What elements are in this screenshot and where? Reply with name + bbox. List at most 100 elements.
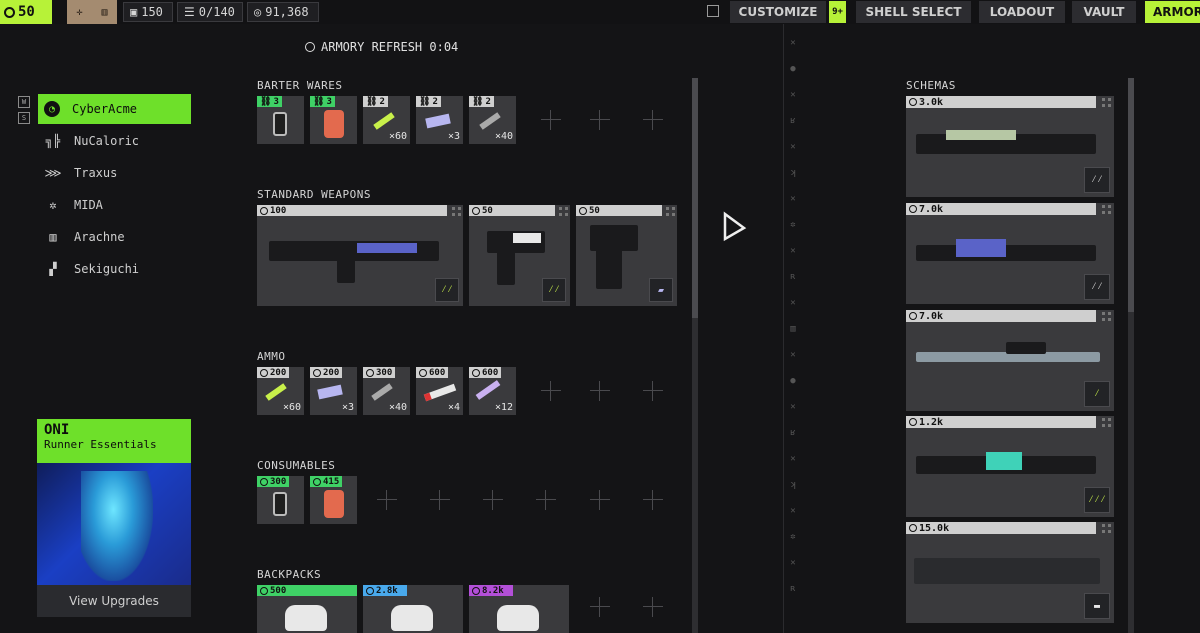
ammo-type-icon: ⁄⁄: [542, 278, 566, 302]
schema-weapon-icon: [916, 245, 1096, 261]
schema-weapon-accent: [946, 130, 1016, 140]
price-value: 3.0k: [919, 96, 944, 108]
credit-icon: [419, 368, 427, 377]
price-tag: 8.2k: [469, 585, 513, 596]
battery-icon: [317, 384, 343, 400]
barter-item[interactable]: ⛓ 3: [257, 96, 304, 144]
schema-item[interactable]: 15.0k ▬: [906, 522, 1114, 623]
runner-portrait: [81, 471, 153, 581]
roster-icon[interactable]: ▥: [92, 0, 117, 24]
loadout-button[interactable]: LOADOUT: [979, 1, 1065, 23]
schemas-scrollbar[interactable]: [1128, 78, 1134, 633]
smg-body: [596, 249, 622, 289]
ammo-item[interactable]: 200 ×60: [257, 367, 304, 415]
vendor-traxus[interactable]: ⋙ Traxus: [38, 158, 191, 188]
shotgun-shell-icon: [423, 383, 457, 402]
promo-subtitle: Runner Essentials: [44, 438, 157, 451]
barter-item[interactable]: ⛓ 2 ×3: [416, 96, 463, 144]
credit-icon: [366, 586, 374, 595]
price-value: 50: [589, 205, 600, 216]
storage-icon: ☰: [184, 5, 195, 19]
barter-item[interactable]: ⛓ 2 ×40: [469, 96, 516, 144]
price-value: 3: [326, 96, 332, 107]
ammo-type-icon: ⁄⁄: [435, 278, 459, 302]
vault-button[interactable]: VAULT: [1072, 1, 1136, 23]
squad-tabs[interactable]: ✛ ▥: [67, 0, 117, 24]
credits-icon: ◎: [254, 5, 262, 19]
scrollbar-thumb[interactable]: [692, 78, 698, 318]
promo-header: ONI Runner Essentials: [37, 419, 191, 463]
rifle-accent: [357, 243, 417, 253]
glyph-icon: ✕: [790, 454, 796, 464]
credit-icon: [472, 206, 480, 215]
item-quantity: ×3: [447, 131, 460, 142]
level-ring-icon: [4, 6, 15, 18]
glyph-icon: ʁ: [790, 116, 796, 126]
cyberacme-icon: ◔: [44, 101, 60, 117]
battery-type-icon: ▰: [649, 278, 673, 302]
schema-item[interactable]: 1.2k ⁄⁄⁄: [906, 416, 1114, 517]
credit-icon: [260, 368, 268, 377]
weapon-item[interactable]: 50 ▰: [576, 205, 677, 306]
price-tag: ⛓ 2: [416, 96, 441, 107]
price-tag: 500: [257, 585, 357, 596]
consumable-item[interactable]: 300: [257, 476, 304, 524]
empty-slot: [377, 490, 397, 510]
customize-button[interactable]: CUSTOMIZE: [730, 1, 826, 23]
sekiguchi-icon: ▞: [49, 262, 57, 276]
shell-select-button[interactable]: SHELL SELECT: [856, 1, 971, 23]
glyph-icon: ✕: [790, 506, 796, 516]
credit-icon: [909, 205, 917, 213]
vendor-label: MIDA: [74, 198, 103, 212]
crosshair-icon[interactable]: ✛: [67, 0, 92, 24]
ammo-item[interactable]: 300 ×40: [363, 367, 410, 415]
price-tag: 600: [416, 367, 449, 378]
barter-item[interactable]: ⛓ 2 ×60: [363, 96, 410, 144]
price-value: 3: [273, 96, 279, 107]
backpack-icon: [391, 605, 433, 631]
scrollbar-thumb[interactable]: [1128, 78, 1134, 312]
light-ammo-icon: [265, 383, 287, 401]
armory-button[interactable]: ARMOR: [1145, 1, 1200, 23]
slot-size-icon: [1102, 312, 1111, 321]
vendor-arachne[interactable]: ▥ Arachne: [38, 222, 191, 252]
slot-size-icon: [452, 207, 461, 216]
consumable-item[interactable]: 415: [310, 476, 357, 524]
price-tag: 15.0k: [906, 522, 1096, 534]
price-value: 2.8k: [376, 585, 398, 596]
ammo-item[interactable]: 200 ×3: [310, 367, 357, 415]
hotkey-w: W: [18, 96, 30, 108]
price-value: 300: [376, 367, 393, 378]
price-tag: 3.0k: [906, 96, 1096, 108]
backpack-item[interactable]: 8.2k: [469, 585, 569, 633]
barter-item[interactable]: ⛓ 3: [310, 96, 357, 144]
ammo-item[interactable]: 600 ×4: [416, 367, 463, 415]
price-tag: 2.8k: [363, 585, 407, 596]
backpack-item[interactable]: 500: [257, 585, 357, 633]
schema-item[interactable]: 7.0k ⁄: [906, 310, 1114, 411]
ammo-type-icon: ⁄⁄: [1084, 167, 1110, 193]
vendor-label: NuCaloric: [74, 134, 140, 148]
glyph-icon: ●: [790, 376, 796, 386]
price-value: 600: [482, 367, 499, 378]
glyph-strip: ✕ ● ✕ ʁ ✕ ʞ ✕ ✲ ✕ ʀ ✕ ▥ ✕ ● ✕ ʁ ✕ ʞ ✕ ✲ …: [786, 30, 800, 602]
player-level[interactable]: 50: [0, 0, 52, 24]
menu-hotkey-icon[interactable]: [707, 5, 719, 17]
vendor-nucaloric[interactable]: ╗╠ NuCaloric: [38, 126, 191, 156]
vendor-sekiguchi[interactable]: ▞ Sekiguchi: [38, 254, 191, 284]
canister-icon: [273, 492, 287, 516]
promo-card[interactable]: ONI Runner Essentials View Upgrades: [37, 419, 191, 617]
promo-title: ONI: [44, 422, 70, 438]
vendor-cyberacme[interactable]: ◔ CyberAcme: [38, 94, 191, 124]
glyph-icon: ●: [790, 64, 796, 74]
weapon-item[interactable]: 50 ⁄⁄: [469, 205, 570, 306]
view-upgrades-button[interactable]: View Upgrades: [37, 585, 191, 617]
backpack-item[interactable]: 2.8k: [363, 585, 463, 633]
weapon-item[interactable]: 100 ⁄⁄: [257, 205, 463, 306]
ammo-item[interactable]: 600 ×12: [469, 367, 516, 415]
schema-item[interactable]: 3.0k ⁄⁄: [906, 96, 1114, 197]
light-ammo-icon: [373, 112, 395, 130]
armory-scrollbar[interactable]: [692, 78, 698, 633]
vendor-mida[interactable]: ✲ MIDA: [38, 190, 191, 220]
schema-item[interactable]: 7.0k ⁄⁄: [906, 203, 1114, 304]
